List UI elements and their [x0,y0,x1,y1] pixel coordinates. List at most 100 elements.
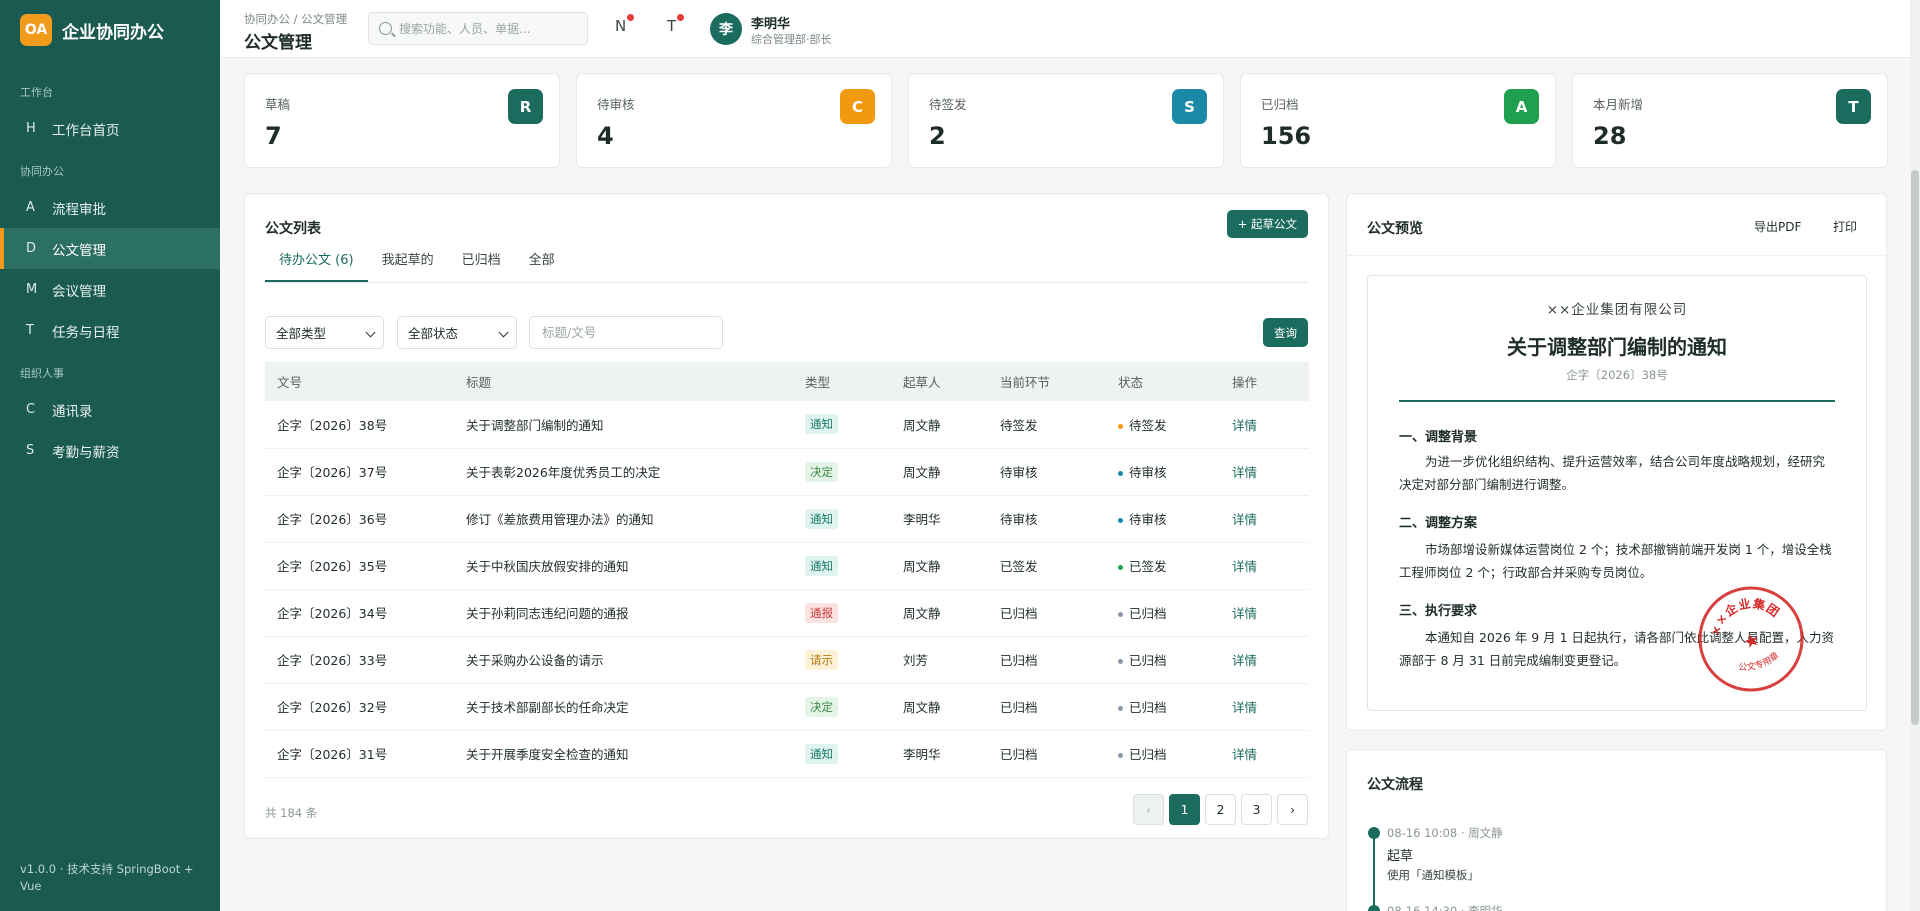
detail-link[interactable]: 详情 [1232,653,1257,668]
detail-link[interactable]: 详情 [1232,418,1257,433]
page-3-button[interactable]: 3 [1241,794,1272,825]
type-badge: 决定 [805,696,838,717]
col-type: 类型 [805,362,903,401]
keyword-input[interactable] [529,316,723,349]
stat-label: 本月新增 [1593,97,1644,112]
sidebar-item-label: 任务与日程 [52,324,120,341]
timeline-line [1373,827,1375,911]
cell-doc-no: 企字〔2026〕32号 [265,683,466,731]
stat-card-pending-review[interactable]: 待审核 4 C [576,73,892,168]
type-badge: 通知 [805,743,838,764]
cell-stage: 待审核 [1000,448,1118,496]
tab-todo[interactable]: 待办公文 (6) [265,246,368,282]
query-button[interactable]: 查询 [1263,318,1308,347]
detail-link[interactable]: 详情 [1232,747,1257,762]
tab-my-drafts[interactable]: 我起草的 [368,246,448,282]
cell-title: 关于中秋国庆放假安排的通知 [466,542,805,590]
sidebar-item-documents[interactable]: D 公文管理 [0,228,220,269]
cell-status: 待审核 [1118,495,1232,543]
stat-card-monthly-new[interactable]: 本月新增 28 T [1572,73,1888,168]
task-icon: T [26,323,34,338]
export-pdf-button[interactable]: 导出PDF [1754,218,1801,235]
stat-value: 4 [597,122,614,150]
cell-action: 详情 [1232,683,1309,731]
page-2-button[interactable]: 2 [1205,794,1236,825]
col-stage: 当前环节 [1000,362,1118,401]
cell-type: 决定 [805,683,903,731]
detail-link[interactable]: 详情 [1232,606,1257,621]
section-body: 为进一步优化组织结构、提升运营效率，结合公司年度战略规划，经研究决定对部分部门编… [1399,454,1826,492]
tab-all[interactable]: 全部 [515,246,569,282]
table-row[interactable]: 企字〔2026〕32号 关于技术部副部长的任命决定 决定 周文静 已归档 已归档 详情 [265,683,1309,731]
detail-link[interactable]: 详情 [1232,465,1257,480]
status-filter-select[interactable]: 全部状态 [397,316,517,349]
cell-status: 已归档 [1118,589,1232,637]
stat-card-pending-sign[interactable]: 待签发 2 S [908,73,1224,168]
detail-link[interactable]: 详情 [1232,512,1257,527]
global-search [368,12,588,45]
user-name[interactable]: 李明华 [751,13,790,32]
detail-link[interactable]: 详情 [1232,559,1257,574]
cell-title: 关于采购办公设备的请示 [466,636,805,684]
table-row[interactable]: 企字〔2026〕37号 关于表彰2026年度优秀员工的决定 决定 周文静 待审核 待审核详… [265,448,1309,496]
prev-page-button[interactable]: ‹ [1133,794,1164,825]
sidebar-item-label: 考勤与薪资 [52,444,120,461]
type-filter-select[interactable]: 全部类型 [265,316,384,349]
sidebar-item-label: 公文管理 [52,242,106,259]
cell-drafter: 周文静 [903,401,1000,449]
table-row[interactable]: 企字〔2026〕36号 修订《差旅费用管理办法》的通知 通知 李明华 待审核 待审核 详情 [265,495,1309,543]
cell-doc-no: 企字〔2026〕35号 [265,542,466,590]
new-document-button[interactable]: + 起草公文 [1226,210,1308,238]
table-row[interactable]: 企字〔2026〕35号 关于中秋国庆放假安排的通知 通知 周文静 已签发 已签发 详情 [265,542,1309,590]
cell-type: 通报 [805,589,903,637]
todo-button[interactable]: T [667,14,685,35]
document-title: 关于调整部门编制的通知 [1507,335,1727,359]
pagination: ‹ 1 2 3 › [1133,794,1308,825]
cell-doc-no: 企字〔2026〕34号 [265,589,466,637]
avatar[interactable]: 李 [710,13,742,45]
sidebar-item-meetings[interactable]: M 会议管理 [0,269,220,310]
type-badge: 决定 [805,461,838,482]
stat-card-archived[interactable]: 已归档 156 A [1240,73,1556,168]
notification-button[interactable]: N [615,14,635,35]
stat-label: 已归档 [1261,97,1299,112]
type-badge: 通知 [805,555,838,576]
stat-card-draft[interactable]: 草稿 7 R [244,73,560,168]
type-badge: 通报 [805,602,838,623]
print-button[interactable]: 打印 [1833,218,1857,235]
page-1-button[interactable]: 1 [1169,794,1200,825]
tab-archived[interactable]: 已归档 [448,246,515,282]
next-page-button[interactable]: › [1277,794,1308,825]
table-row[interactable]: 企字〔2026〕34号 关于孙莉同志违纪问题的通报 通报 周文静 已归档 已归档 详情 [265,589,1309,637]
search-input[interactable] [399,21,577,36]
sidebar-item-tasks[interactable]: T 任务与日程 [0,310,220,351]
timeline-meta: 08-16 10:08 · 周文静 [1387,826,1503,840]
col-action: 操作 [1232,362,1309,401]
type-badge: 通知 [805,508,838,529]
sidebar-item-attendance[interactable]: S 考勤与薪资 [0,430,220,471]
section-heading: 一、调整背景 [1399,430,1478,445]
status-badge: 待审核 [1129,465,1167,480]
table-row[interactable]: 企字〔2026〕31号 关于开展季度安全检查的通知 通知 李明华 已归档 已归档 详情 [265,730,1309,778]
section-heading: 二、调整方案 [1399,516,1478,531]
detail-link[interactable]: 详情 [1232,700,1257,715]
todo-icon: T [667,17,677,35]
list-tabs: 待办公文 (6) 我起草的 已归档 全部 [265,246,569,282]
cell-action: 详情 [1232,401,1309,449]
status-dot-icon [1118,706,1123,711]
table-row[interactable]: 企字〔2026〕33号 关于采购办公设备的请示 请示 刘芳 已归档 已归档 详情 [265,636,1309,684]
nav-group-hr: 组织人事 [20,367,64,380]
todo-badge [677,14,685,21]
cell-drafter: 周文静 [903,683,1000,731]
col-status: 状态 [1118,362,1232,401]
page-scrollbar[interactable] [1910,0,1920,911]
sidebar-item-home[interactable]: H 工作台首页 [0,108,220,149]
type-filter-value: 全部类型 [276,326,327,341]
cell-status: 已归档 [1118,683,1232,731]
cell-drafter: 刘芳 [903,636,1000,684]
scrollbar-thumb[interactable] [1911,170,1919,725]
sidebar-item-contacts[interactable]: C 通讯录 [0,389,220,430]
sidebar-item-approval[interactable]: A 流程审批 [0,187,220,228]
total-count: 共 184 条 [265,806,318,820]
table-row[interactable]: 企字〔2026〕38号 关于调整部门编制的通知 通知 周文静 待签发 待签发 详情 [265,401,1309,449]
